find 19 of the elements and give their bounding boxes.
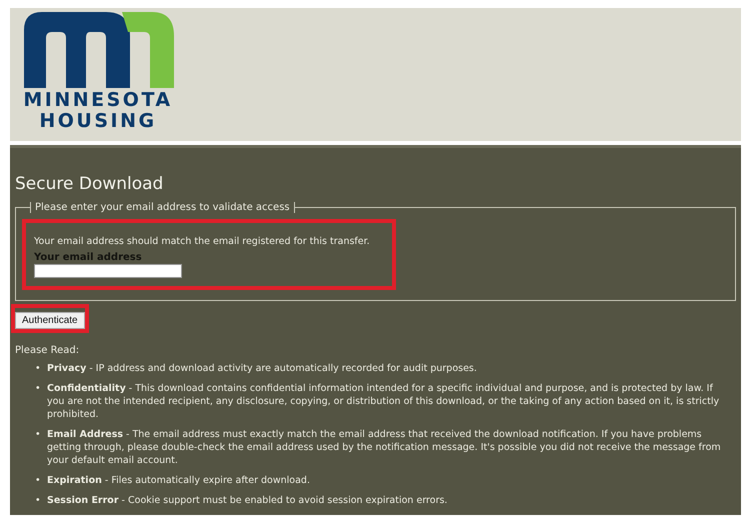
bullet-mark: • <box>35 494 41 507</box>
logo-text: MINNESOTA HOUSING <box>22 90 174 132</box>
notice-heading: Please Read: <box>15 345 80 356</box>
email-input[interactable] <box>34 264 182 278</box>
form-legend: Please enter your email address to validate access <box>30 202 295 213</box>
notice-item: Confidentiality - This download contains confidential information intended for a specific individual and purpose, and is protected by law. If you are not the intended recipient, any disclosure, copying, or distribution of this download, or the taking of any action based on it, is strictly prohibited. <box>47 382 720 421</box>
bullet-mark: • <box>35 382 41 396</box>
bullet-mark: • <box>35 428 41 442</box>
page-title: Secure Download <box>15 174 164 194</box>
bullet-mark: • <box>35 474 41 487</box>
notice-item: Expiration - Files automatically expire after download. <box>47 474 310 487</box>
authenticate-button[interactable]: Authenticate <box>15 312 85 329</box>
notice-item: Session Error - Cookie support must be enabled to avoid session expiration errors. <box>47 494 448 507</box>
logo-icon <box>24 12 174 88</box>
notice-item: Privacy - IP address and download activity are automatically recorded for audit purposes. <box>47 362 477 375</box>
field-label: Your email address <box>34 251 143 264</box>
notice-item: Email Address - The email address must exactly match the email address that received the download notification. If you have problems getting through, please double-check the email address used by the notification message. It's possible you did not receive the message from your default email account. <box>47 428 722 467</box>
bullet-mark: • <box>35 362 41 375</box>
instruction-text: Your email address should match the email registered for this transfer. <box>34 235 370 248</box>
